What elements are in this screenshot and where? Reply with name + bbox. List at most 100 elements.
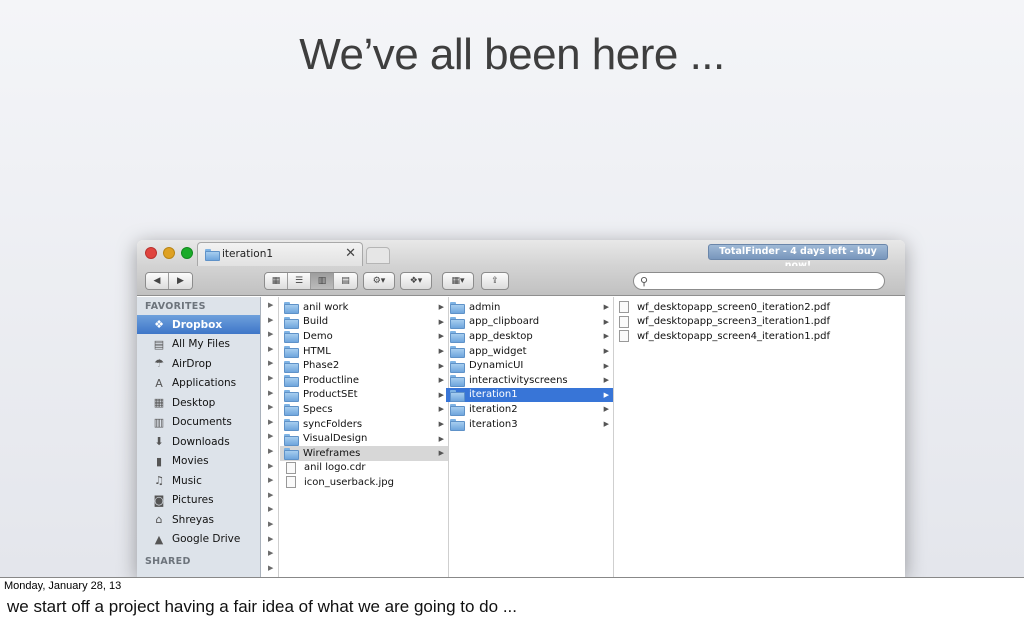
folder-row[interactable]: admin ▶ [446,300,613,315]
folder-row[interactable]: Wireframes ▶ [280,446,448,461]
title-bar[interactable]: iteration1 ✕ TotalFinder - 4 days left -… [137,240,905,271]
close-window-button[interactable] [145,247,157,259]
file-row[interactable]: wf_desktopapp_screen3_iteration1.pdf [613,315,905,330]
disclosure-arrow-icon: ▶ [268,315,274,324]
folder-row[interactable]: iteration2 ▶ [446,402,613,417]
pictures-icon: ◙ [153,493,165,507]
sidebar-item-all-my-files[interactable]: ▤ All My Files [137,335,260,354]
share-button[interactable]: ⇪ [481,272,509,290]
item-name: app_widget [469,345,527,357]
folder-icon [450,331,465,344]
desktop-icon: ▦ [153,396,165,409]
sidebar-item-downloads[interactable]: ⬇ Downloads [137,432,260,451]
sidebar-item-google-drive[interactable]: ▲ Google Drive [137,530,260,549]
disclosure-arrow-icon: ▶ [268,447,274,455]
item-name: syncFolders [303,418,363,430]
item-name: wf_desktopapp_screen3_iteration1.pdf [637,316,831,328]
cover-flow-icon[interactable]: ▤ [334,273,357,289]
folder-row[interactable]: anil work ▶ [280,300,448,315]
sidebar-item-airdrop[interactable]: ☂ AirDrop [137,354,260,373]
file-icon [286,461,296,474]
folder-row[interactable]: iteration3 ▶ [446,417,613,432]
disclosure-arrow-icon: ▶ [603,317,609,326]
finder-window: iteration1 ✕ TotalFinder - 4 days left -… [137,240,905,577]
item-name: anil work [303,301,349,313]
folder-row[interactable]: ProductSEt ▶ [280,388,448,403]
sidebar-item-desktop[interactable]: ▦ Desktop [137,393,260,412]
disclosure-arrow-icon: ▶ [603,347,609,356]
folder-row[interactable]: syncFolders ▶ [280,417,448,432]
tab-label: iteration1 [222,248,274,260]
applications-icon: A [155,376,163,390]
folder-row[interactable]: Phase2 ▶ [280,358,448,373]
disclosure-arrow-icon: ▶ [268,563,274,572]
item-name: iteration3 [469,418,518,430]
folder-icon [284,316,299,329]
dropbox-button[interactable]: ❖▾ [400,272,432,290]
file-row[interactable]: icon_userback.jpg [280,475,448,490]
folder-row[interactable]: DynamicUI ▶ [446,358,613,373]
folder-row[interactable]: Build ▶ [280,315,448,330]
item-name: anil logo.cdr [304,462,366,474]
sidebar-item-applications[interactable]: A Applications [137,374,260,393]
zoom-window-button[interactable] [181,247,193,259]
forward-icon[interactable]: ▶ [169,273,192,289]
arrange-button[interactable]: ▦▾ [442,272,474,290]
folder-icon [284,433,299,446]
sidebar-item-shreyas[interactable]: ⌂ Shreyas [137,510,260,529]
folder-row[interactable]: VisualDesign ▶ [280,431,448,446]
sidebar-item-music[interactable]: ♫ Music [137,471,260,490]
item-name: VisualDesign [303,433,368,445]
folder-row[interactable]: app_desktop ▶ [446,329,613,344]
action-button[interactable]: ⚙▾ [363,272,395,290]
sidebar-item-movies[interactable]: ▮ Movies [137,452,260,471]
folder-row[interactable]: Specs ▶ [280,402,448,417]
sidebar-favorites-heading: FAVORITES [145,301,206,312]
slide: We’ve all been here ... iteration1 ✕ Tot… [0,0,1024,577]
file-icon [619,330,629,343]
minimize-window-button[interactable] [163,247,175,259]
disclosure-arrow-icon: ▶ [268,505,274,514]
tab-iteration1[interactable]: iteration1 ✕ [197,242,363,266]
folder-icon [450,375,465,388]
sidebar-item-dropbox[interactable]: ❖ Dropbox [137,315,260,334]
folder-row[interactable]: app_clipboard ▶ [446,315,613,330]
file-icon [619,301,629,314]
column-2: admin ▶ app_clipboard ▶ app_desktop ▶ app_widg… [446,297,614,577]
folder-row[interactable]: interactivityscreens ▶ [446,373,613,388]
file-row[interactable]: wf_desktopapp_screen4_iteration1.pdf [613,329,905,344]
column-1: anil work ▶ Build ▶ Demo ▶ HTML ▶ Phase2 ▶ Product… [280,297,449,577]
folder-row[interactable]: iteration1 ▶ [446,387,613,403]
file-row[interactable]: wf_desktopapp_screen0_iteration2.pdf [613,300,905,315]
close-icon[interactable]: ✕ [345,246,356,261]
item-name: ProductSEt [303,389,358,401]
column-view-icon[interactable]: ▥ [311,273,334,289]
speaker-notes: Monday, January 28, 13 we start off a pr… [0,577,1024,634]
folder-row[interactable]: Productline ▶ [280,373,448,388]
promo-badge[interactable]: TotalFinder - 4 days left - buy now! [708,244,888,271]
item-name: app_desktop [469,330,533,342]
file-row[interactable]: anil logo.cdr [280,461,448,476]
folder-icon [450,316,465,329]
folder-icon [450,404,465,417]
search-field[interactable]: ⚲ [633,272,885,290]
folder-row[interactable]: HTML ▶ [280,344,448,359]
list-view-icon[interactable]: ☰ [288,273,311,289]
documents-icon: ▥ [153,415,165,429]
airdrop-icon: ☂ [154,357,164,370]
folder-icon [450,389,465,402]
sidebar: FAVORITES ❖ Dropbox ▤ All My Files ☂ AirDrop A… [137,297,261,577]
back-icon[interactable]: ◀ [146,273,169,289]
notes-text: we start off a project having a fair ide… [7,597,517,616]
folder-row[interactable]: Demo ▶ [280,329,448,344]
folder-row[interactable]: app_widget ▶ [446,344,613,359]
icon-view-icon[interactable]: ▦ [265,273,288,289]
disclosure-arrow-icon: ▶ [603,420,609,429]
folder-icon [450,346,465,359]
sidebar-item-label: Desktop [172,396,216,409]
new-tab-button[interactable] [366,247,390,264]
sidebar-item-label: Downloads [172,435,230,448]
sidebar-item-documents[interactable]: ▥ Documents [137,413,260,432]
disclosure-arrow-icon: ▶ [603,303,609,312]
sidebar-item-pictures[interactable]: ◙ Pictures [137,491,260,510]
